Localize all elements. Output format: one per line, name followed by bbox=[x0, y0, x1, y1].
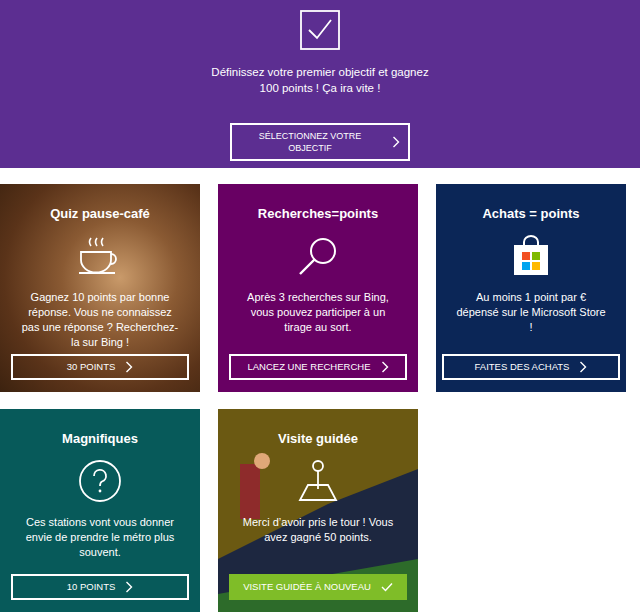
card-title: Magnifiques bbox=[54, 431, 146, 447]
card-title: Recherches=points bbox=[250, 206, 386, 222]
card-title: Visite guidée bbox=[270, 431, 366, 447]
map-pin-icon bbox=[296, 459, 340, 503]
magnifier-icon bbox=[296, 234, 340, 278]
card-button[interactable]: FAITES DES ACHATS bbox=[442, 354, 620, 380]
chevron-right-icon bbox=[392, 136, 400, 148]
goal-banner: Définissez votre premier objectif et gag… bbox=[0, 0, 640, 168]
card-title: Quiz pause-café bbox=[42, 206, 158, 222]
check-icon bbox=[381, 582, 393, 592]
coffee-cup-icon bbox=[77, 236, 123, 276]
offer-card: Achats = points Au moins 1 point par € dé… bbox=[436, 184, 626, 392]
select-goal-button[interactable]: SÉLECTIONNEZ VOTRE OBJECTIF bbox=[230, 123, 410, 161]
banner-text: Définissez votre premier objectif et gag… bbox=[208, 64, 433, 96]
card-description: Après 3 recherches sur Bing, vous pouvez… bbox=[218, 290, 418, 335]
card-button[interactable]: 30 POINTS bbox=[11, 354, 189, 380]
card-button[interactable]: 10 POINTS bbox=[11, 574, 189, 600]
card-button[interactable]: LANCEZ UNE RECHERCHE bbox=[229, 354, 407, 380]
card-title: Achats = points bbox=[474, 206, 587, 222]
card-description: Ces stations vont vous donner envie de p… bbox=[0, 515, 200, 560]
offer-card: Magnifiques Ces stations vont vous donner… bbox=[0, 409, 200, 612]
card-description: Au moins 1 point par € dépensé sur le Mi… bbox=[436, 290, 626, 335]
card-grid: Quiz pause-café Gagnez 10 points par bonn… bbox=[0, 184, 640, 612]
microsoft-store-icon bbox=[511, 235, 551, 277]
offer-card: Quiz pause-café Gagnez 10 points par bonn… bbox=[0, 184, 200, 392]
card-description: Gagnez 10 points par bonne réponse. Vous… bbox=[0, 290, 200, 350]
chevron-right-icon bbox=[125, 361, 133, 373]
card-button[interactable]: VISITE GUIDÉE À NOUVEAU bbox=[229, 574, 407, 600]
offer-card: Recherches=points Après 3 recherches sur … bbox=[218, 184, 418, 392]
checkbox-icon bbox=[300, 10, 340, 50]
chevron-right-icon bbox=[125, 581, 133, 593]
offer-card: Visite guidée Merci d’avoir pris le tour … bbox=[218, 409, 418, 612]
chevron-right-icon bbox=[381, 361, 389, 373]
rewards-page: Définissez votre premier objectif et gag… bbox=[0, 0, 640, 612]
question-circle-icon bbox=[78, 459, 122, 503]
card-description: Merci d’avoir pris le tour ! Vous avez g… bbox=[218, 515, 418, 545]
chevron-right-icon bbox=[579, 361, 587, 373]
